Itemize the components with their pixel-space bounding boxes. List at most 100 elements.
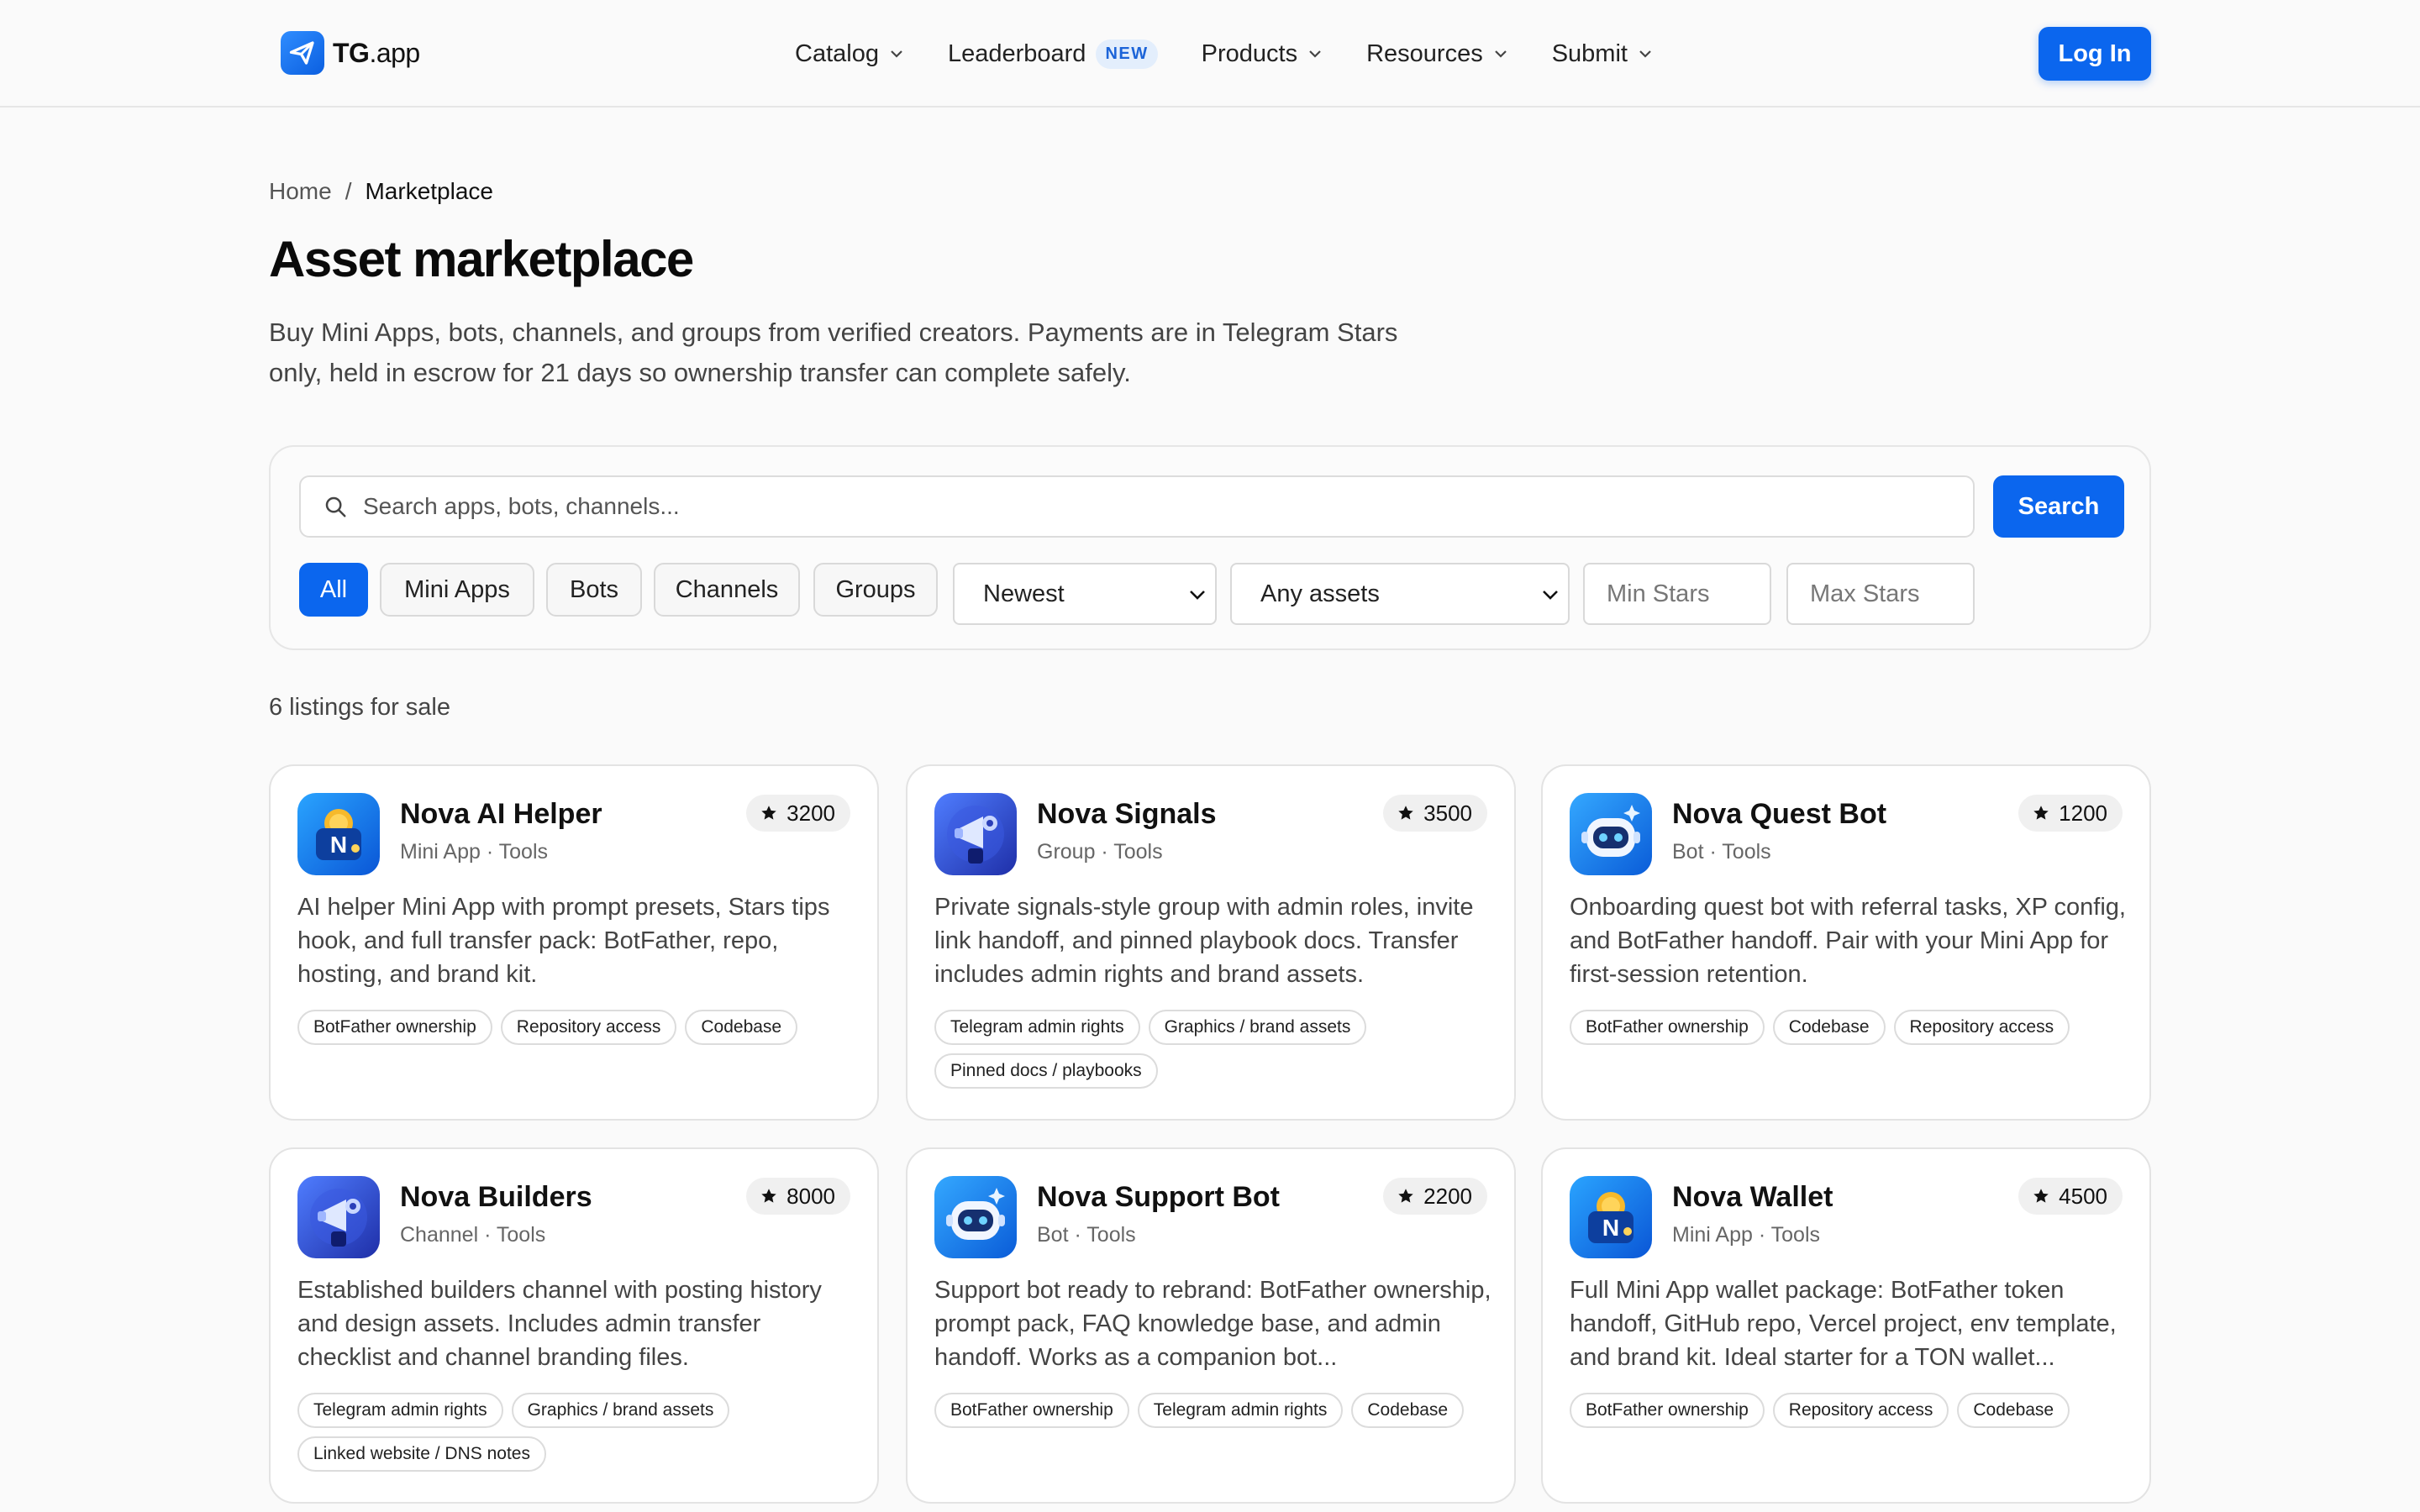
asset-tags: Telegram admin rights Graphics / brand as…: [934, 1010, 1506, 1089]
listing-meta: Group · Tools: [1037, 840, 1163, 864]
sort-select-value: Newest: [983, 580, 1065, 607]
asset-tag: Repository access: [1893, 1010, 2070, 1045]
asset-tag: Pinned docs / playbooks: [934, 1053, 1158, 1089]
nav-catalog[interactable]: Catalog: [795, 40, 904, 68]
nav-submit[interactable]: Submit: [1552, 40, 1653, 68]
listing-count: 6 listings for sale: [269, 694, 450, 721]
svg-text:N: N: [1602, 1215, 1619, 1241]
listing-title[interactable]: Nova Builders: [400, 1181, 592, 1214]
breadcrumb: Home / Marketplace: [269, 178, 493, 205]
listing-card[interactable]: Nova Support Bot Bot · Tools 2200 Suppor…: [906, 1147, 1516, 1504]
listing-description: Full Mini App wallet package: BotFather …: [1570, 1277, 2117, 1371]
star-icon: [1398, 1189, 1413, 1203]
paper-plane-icon: [281, 31, 324, 75]
price-value: 2200: [1423, 1183, 1472, 1209]
brand-name: TG.app: [333, 37, 420, 68]
chevron-down-icon: [1494, 50, 1507, 58]
price-badge: 3500: [1383, 795, 1487, 832]
nav-leaderboard[interactable]: Leaderboard NEW: [948, 39, 1158, 69]
listing-card[interactable]: N Nova Wallet Mini App · Tools 4500 Full…: [1541, 1147, 2151, 1504]
filter-chip-bots[interactable]: Bots: [546, 563, 642, 617]
sort-select[interactable]: Newest: [953, 563, 1217, 625]
asset-tag: Repository access: [500, 1010, 677, 1045]
asset-tag: Codebase: [1772, 1010, 1886, 1045]
robot-head-icon: [934, 1176, 1017, 1258]
star-icon: [761, 806, 776, 820]
price-badge: 1200: [2018, 795, 2123, 832]
price-value: 8000: [786, 1183, 835, 1209]
asset-tag: Linked website / DNS notes: [297, 1436, 546, 1472]
filter-panel: Search All Mini Apps Bots Channels Group…: [269, 445, 2151, 650]
listing-card[interactable]: Nova Builders Channel · Tools 8000 Estab…: [269, 1147, 879, 1504]
star-icon: [1398, 806, 1413, 820]
search-button[interactable]: Search: [1993, 475, 2124, 538]
asset-tag: Codebase: [1957, 1393, 2070, 1428]
search-input[interactable]: [363, 493, 1943, 520]
asset-tag: BotFather ownership: [297, 1010, 492, 1045]
asset-tag: Codebase: [1351, 1393, 1465, 1428]
listing-meta: Channel · Tools: [400, 1223, 546, 1247]
listing-title[interactable]: Nova Quest Bot: [1672, 798, 1886, 831]
max-stars-input[interactable]: [1786, 563, 1975, 625]
filter-chip-channels[interactable]: Channels: [654, 563, 800, 617]
top-navbar: TG.app Catalog Leaderboard NEW Products …: [0, 0, 2420, 108]
breadcrumb-separator: /: [345, 178, 352, 204]
listing-meta: Bot · Tools: [1672, 840, 1771, 864]
price-badge: 3200: [746, 795, 850, 832]
wallet-app-icon: N: [1570, 1176, 1652, 1258]
wallet-app-icon: N: [297, 793, 380, 875]
megaphone-robot-icon: [297, 1176, 380, 1258]
breadcrumb-home[interactable]: Home: [269, 178, 332, 205]
listing-meta: Mini App · Tools: [1672, 1223, 1821, 1247]
asset-tag: BotFather ownership: [1570, 1010, 1765, 1045]
svg-text:N: N: [330, 832, 347, 858]
price-badge: 2200: [1383, 1178, 1487, 1215]
listing-description: Onboarding quest bot with referral tasks…: [1570, 894, 2126, 988]
listing-card[interactable]: N Nova AI Helper Mini App · Tools 3200 A…: [269, 764, 879, 1121]
assets-select-value: Any assets: [1260, 580, 1380, 607]
megaphone-robot-icon: [934, 793, 1017, 875]
brand-logo[interactable]: TG.app: [281, 30, 420, 76]
filter-chip-groups[interactable]: Groups: [813, 563, 938, 617]
min-stars-input[interactable]: [1583, 563, 1771, 625]
nav-resources[interactable]: Resources: [1366, 40, 1508, 68]
price-badge: 4500: [2018, 1178, 2123, 1215]
listing-title[interactable]: Nova Signals: [1037, 798, 1217, 831]
filter-chip-mini-apps[interactable]: Mini Apps: [380, 563, 534, 617]
asset-tag: Telegram admin rights: [297, 1393, 503, 1428]
asset-tag: Telegram admin rights: [934, 1010, 1140, 1045]
price-value: 3200: [786, 800, 835, 826]
listing-description: Private signals-style group with admin r…: [934, 894, 1474, 988]
asset-tag: BotFather ownership: [934, 1393, 1129, 1428]
chevron-down-icon: [891, 50, 902, 58]
price-value: 3500: [1423, 800, 1472, 826]
price-value: 1200: [2059, 800, 2107, 826]
chevron-down-icon: [1639, 50, 1651, 58]
chevron-down-icon: [1309, 50, 1321, 58]
star-icon: [761, 1189, 776, 1203]
search-field[interactable]: [299, 475, 1975, 538]
listing-card[interactable]: Nova Signals Group · Tools 3500 Private …: [906, 764, 1516, 1121]
listing-description: Established builders channel with postin…: [297, 1277, 822, 1371]
robot-head-icon: [1570, 793, 1652, 875]
page-title: Asset marketplace: [269, 231, 694, 287]
listing-card[interactable]: Nova Quest Bot Bot · Tools 1200 Onboardi…: [1541, 764, 2151, 1121]
chevron-down-icon: [1190, 591, 1205, 600]
listing-title[interactable]: Nova Support Bot: [1037, 1181, 1280, 1214]
asset-tag: Repository access: [1772, 1393, 1949, 1428]
login-button[interactable]: Log In: [2039, 27, 2151, 81]
price-value: 4500: [2059, 1183, 2107, 1209]
listing-meta: Mini App · Tools: [400, 840, 549, 864]
listing-meta: Bot · Tools: [1037, 1223, 1136, 1247]
breadcrumb-current: Marketplace: [365, 178, 493, 204]
listing-description: Support bot ready to rebrand: BotFather …: [934, 1277, 1491, 1371]
asset-tags: BotFather ownership Telegram admin rights…: [934, 1393, 1506, 1428]
assets-select[interactable]: Any assets: [1230, 563, 1570, 625]
listing-title[interactable]: Nova Wallet: [1672, 1181, 1833, 1214]
asset-tags: BotFather ownership Repository access Code…: [297, 1010, 869, 1045]
asset-tag: Graphics / brand assets: [1148, 1010, 1367, 1045]
nav-products[interactable]: Products: [1202, 40, 1323, 68]
search-icon: [325, 496, 346, 517]
filter-chip-all[interactable]: All: [299, 563, 368, 617]
listing-title[interactable]: Nova AI Helper: [400, 798, 602, 831]
